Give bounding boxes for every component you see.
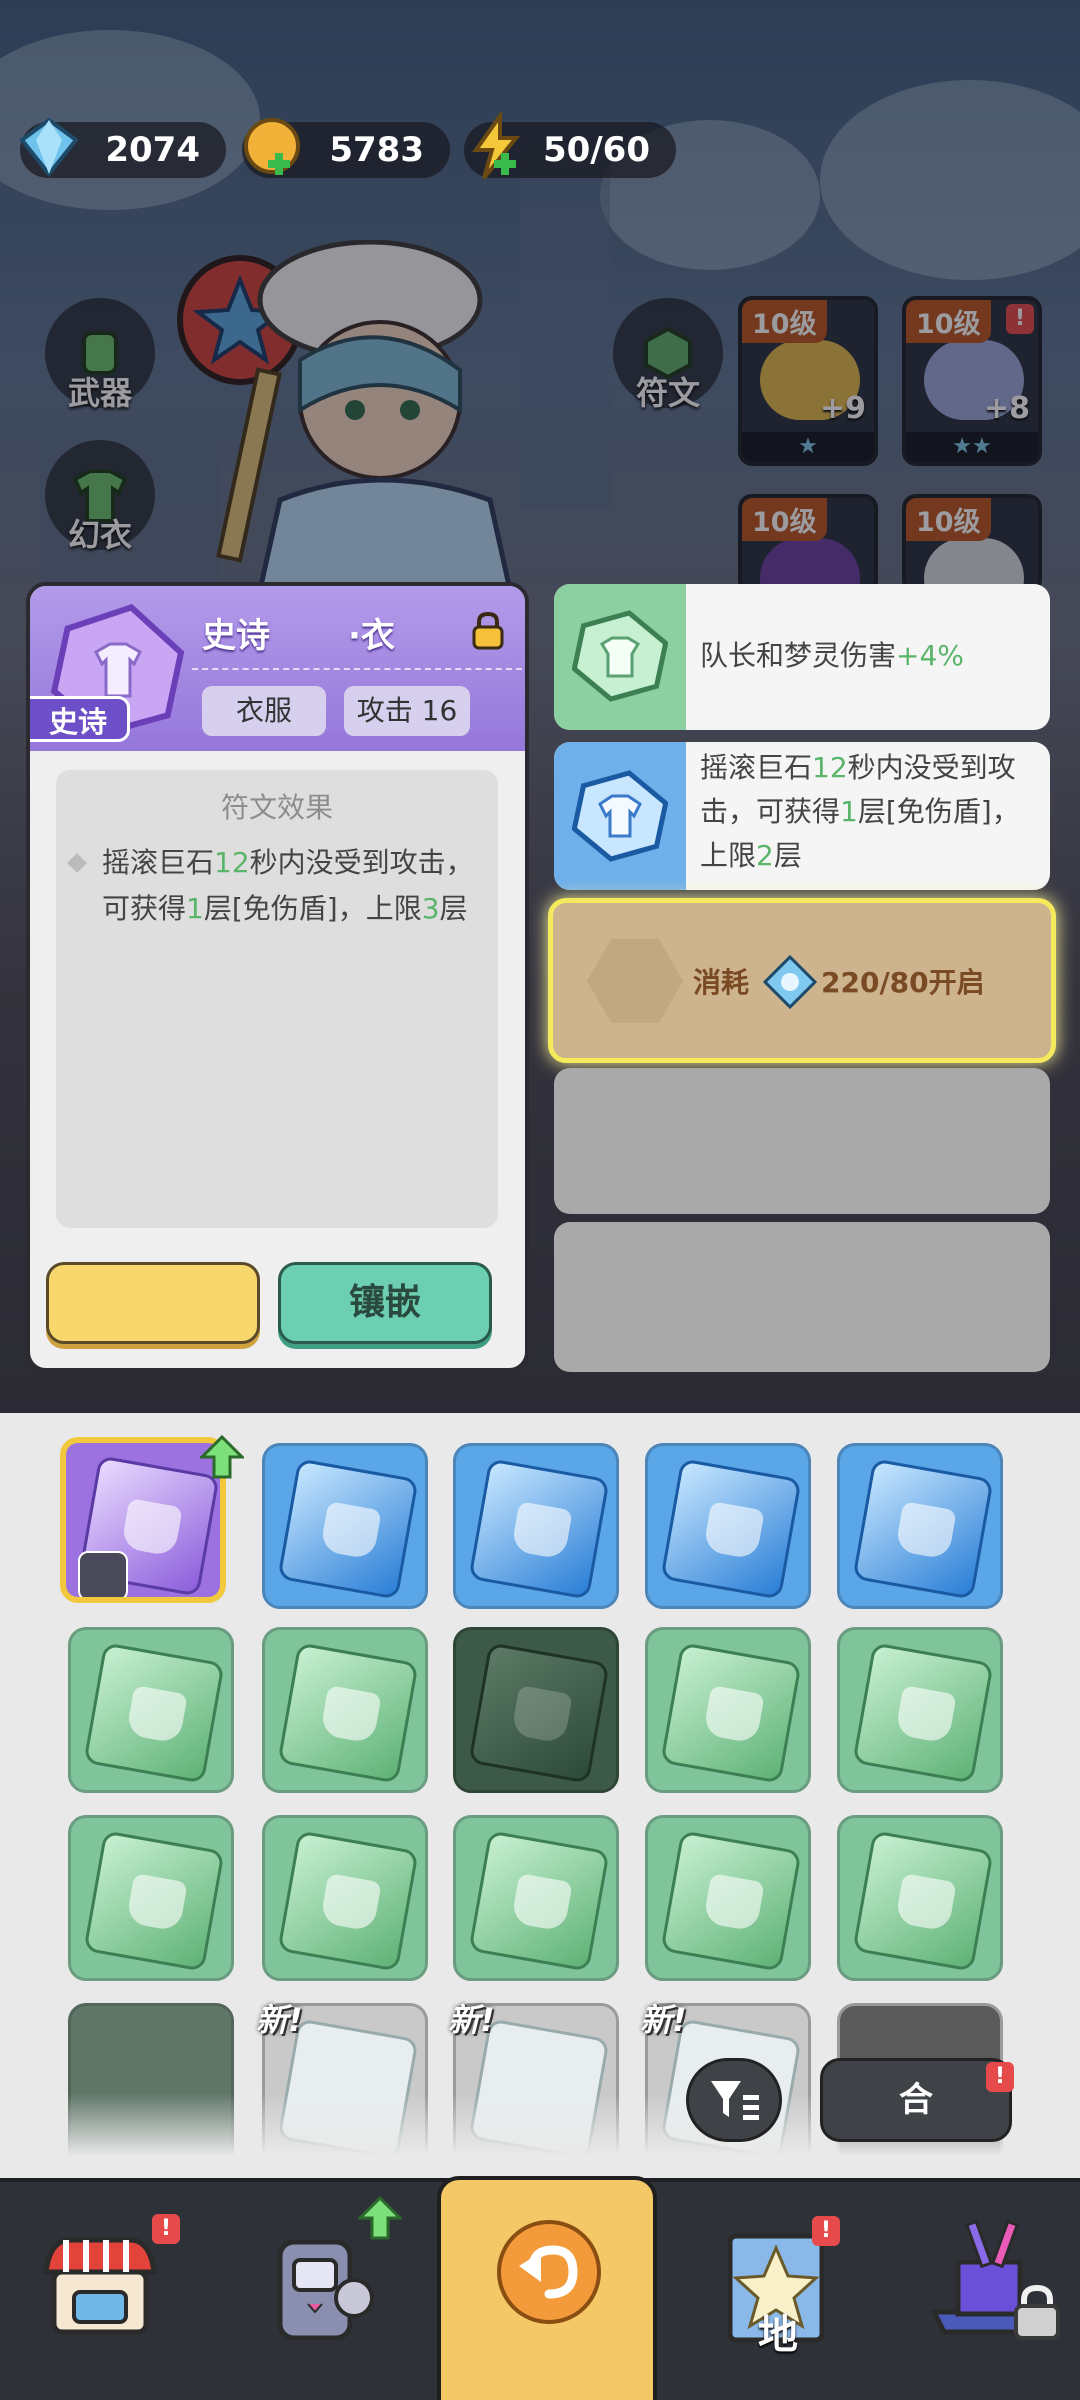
item-type-tag: 衣服: [202, 686, 326, 736]
green-rune-gem-icon: [660, 1642, 802, 1784]
inventory-item[interactable]: [645, 1443, 811, 1609]
green-rune-gem-icon: [660, 1830, 802, 1972]
effect-text: 摇滚巨石12秒内没受到攻击，可获得1层[免伤盾]，上限2层: [700, 751, 1020, 872]
inventory-item[interactable]: [262, 1627, 428, 1793]
green-rune-gem-icon: [852, 1830, 994, 1972]
blue-rune-gem-icon: [852, 1458, 994, 1600]
inventory-item[interactable]: [837, 1627, 1003, 1793]
rune-item-title: ·衣: [348, 616, 395, 656]
energy-value: 50/60: [542, 130, 650, 170]
effect-text: 队长和梦灵伤害+4%: [700, 639, 964, 672]
new-tag: 新!: [256, 2001, 303, 2039]
merge-alert-badge: !: [986, 2062, 1014, 2092]
blue-rune-gem-icon: [277, 1458, 419, 1600]
empty-hex-slot-icon: [587, 939, 683, 1023]
blue-rune-gem-icon: [468, 1458, 610, 1600]
lightning-icon[interactable]: [462, 112, 532, 182]
blue-rune-gem-icon: [660, 1458, 802, 1600]
crystal-cost-icon: [763, 955, 817, 1009]
inventory-item[interactable]: [68, 1627, 234, 1793]
unlock-slot-button[interactable]: 消耗 220/80开启: [548, 898, 1056, 1063]
lock-icon[interactable]: [470, 610, 506, 650]
inlay-button[interactable]: 镶嵌: [278, 1262, 492, 1344]
green-rune-gem-icon: [468, 1642, 610, 1784]
coin-value: 5783: [329, 130, 424, 170]
filter-icon: [711, 2081, 759, 2120]
upgrade-arrow-icon: [358, 2196, 402, 2240]
inventory-item[interactable]: [453, 1815, 619, 1981]
rune-detail-card: 史诗 ·衣 衣服 攻击 16 史诗 符文效果 摇滚巨石12秒内没受到攻击，可获得…: [26, 582, 529, 1372]
new-tag: 新!: [448, 2001, 495, 2039]
bottom-navigation: ! ! 地: [0, 2176, 1080, 2400]
inventory-item-equipped[interactable]: [453, 1627, 619, 1793]
inventory-item[interactable]: [645, 1815, 811, 1981]
rarity-badge: 史诗: [30, 696, 130, 742]
green-rune-gem-icon: [83, 1642, 225, 1784]
lock-icon: [1014, 2284, 1060, 2340]
inventory-item[interactable]: [645, 1627, 811, 1793]
new-tag: 新!: [640, 2001, 687, 2039]
consume-value: 220/80开启: [821, 966, 985, 999]
blue-rune-gem-icon: [554, 742, 686, 890]
coin-icon[interactable]: [238, 112, 308, 182]
locked-effect-slot-1: [554, 1068, 1050, 1214]
set-emblem-icon: [78, 1551, 128, 1597]
inventory-item[interactable]: [262, 1443, 428, 1609]
locked-effect-slot-2: [554, 1222, 1050, 1372]
bullet-diamond-icon: [67, 853, 87, 873]
merge-button[interactable]: 合: [820, 2058, 1012, 2142]
inventory-item[interactable]: [262, 1815, 428, 1981]
nav-return-button[interactable]: [437, 2176, 657, 2400]
green-rune-gem-icon: [554, 584, 686, 730]
nav-gacha-machine[interactable]: [250, 2196, 410, 2372]
map-label: 地: [758, 2312, 798, 2358]
shop-icon: [43, 2237, 157, 2335]
shop-alert-badge: !: [152, 2214, 180, 2244]
nav-locked-feature[interactable]: [914, 2212, 1074, 2372]
map-alert-badge: !: [812, 2216, 840, 2246]
diamond-icon: [19, 117, 79, 178]
rune-effect-title: 符文效果: [220, 791, 333, 824]
filter-button[interactable]: [686, 2058, 782, 2142]
inventory-item[interactable]: [453, 1443, 619, 1609]
upgrade-button[interactable]: [46, 1262, 260, 1344]
header-divider: [192, 668, 522, 670]
nav-shop[interactable]: !: [30, 2212, 190, 2372]
rune-effect-box: 符文效果 摇滚巨石12秒内没受到攻击，可获得1层[免伤盾]，上限3层: [56, 770, 498, 1228]
consume-label: 消耗: [693, 966, 750, 999]
rune-effect-slot-2[interactable]: 摇滚巨石12秒内没受到攻击，可获得1层[免伤盾]，上限2层: [554, 742, 1050, 890]
inventory-item[interactable]: [68, 1815, 234, 1981]
inventory-item[interactable]: [837, 1443, 1003, 1609]
inventory-item[interactable]: [837, 1815, 1003, 1981]
green-rune-gem-icon: [852, 1642, 994, 1784]
return-arrow-icon: [497, 2220, 601, 2324]
rune-rarity-title: 史诗: [202, 616, 270, 656]
rune-effect-slot-1[interactable]: 队长和梦灵伤害+4%: [554, 584, 1050, 730]
item-stat-tag: 攻击 16: [344, 686, 470, 736]
upgrade-arrow-icon: [200, 1435, 244, 1479]
green-rune-gem-icon: [468, 1830, 610, 1972]
green-rune-gem-icon: [277, 1830, 419, 1972]
green-rune-gem-icon: [83, 1830, 225, 1972]
green-rune-gem-icon: [277, 1642, 419, 1784]
rune-effect-text: 摇滚巨石12秒内没受到攻击，可获得1层[免伤盾]，上限3层: [67, 840, 478, 932]
diamond-value: 2074: [105, 130, 200, 170]
